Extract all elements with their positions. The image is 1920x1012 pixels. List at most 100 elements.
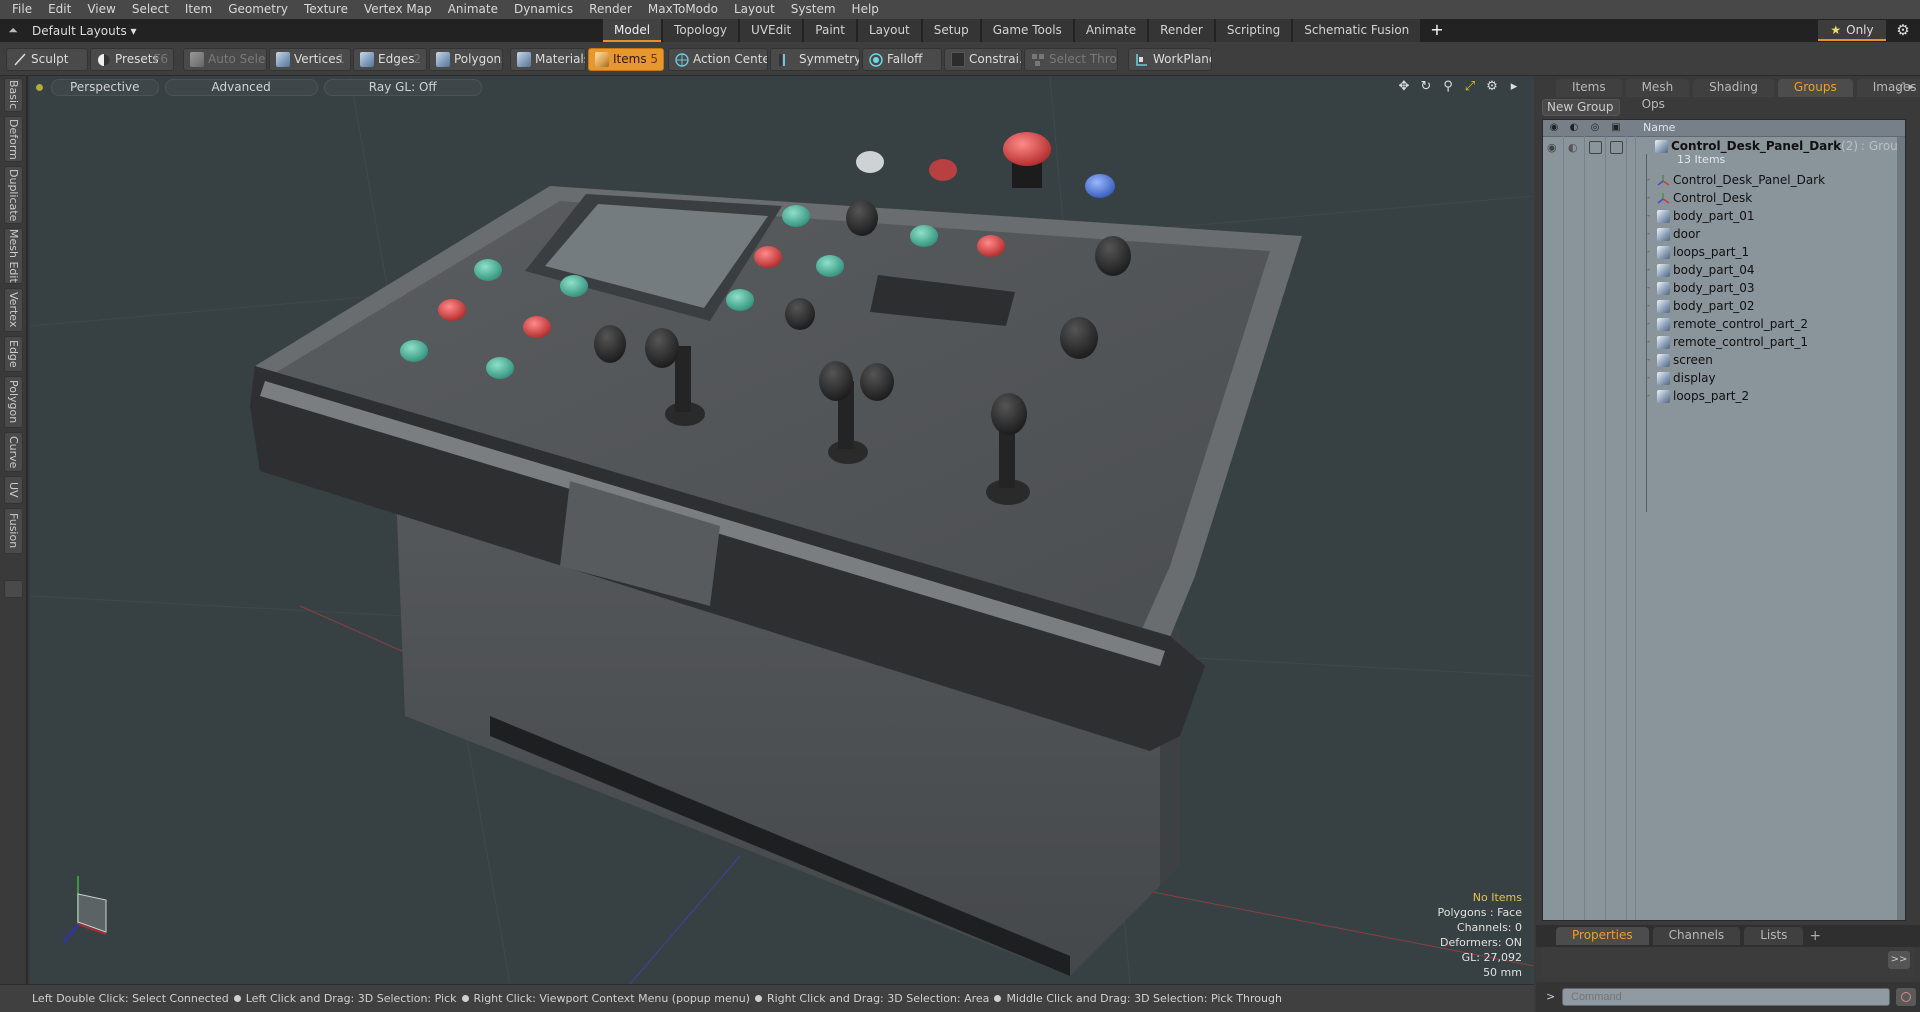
vtab-extra[interactable] [4, 580, 23, 598]
menu-select[interactable]: Select [126, 0, 179, 19]
raygl-toggle[interactable]: Ray GL: Off [323, 78, 482, 96]
view-mode-select[interactable]: Perspective [51, 78, 159, 96]
name-column-header[interactable]: Name [1643, 121, 1675, 134]
zoom-icon[interactable]: ⚲ [1440, 79, 1456, 95]
edges-button[interactable]: Edges 2 [353, 48, 427, 71]
falloff-button[interactable]: Falloff [862, 48, 942, 71]
rotate-icon[interactable]: ↻ [1418, 79, 1434, 95]
tree-item-row[interactable]: - remote_control_part_1 [1543, 334, 1905, 352]
tab-channels[interactable]: Channels [1652, 927, 1741, 945]
tab-setup[interactable]: Setup [922, 19, 980, 42]
shading-mode-select[interactable]: Advanced [164, 78, 318, 96]
vtab-polygon[interactable]: Polygon [4, 376, 23, 428]
visibility-column-icon[interactable]: ◉ [1547, 122, 1561, 135]
menu-item[interactable]: Item [179, 0, 222, 19]
tab-scripting[interactable]: Scripting [1215, 19, 1292, 42]
tree-scrollbar[interactable] [1897, 137, 1905, 920]
pan-icon[interactable]: ✥ [1396, 79, 1412, 95]
menu-geometry[interactable]: Geometry [222, 0, 298, 19]
tree-item-row[interactable]: - body_part_04 [1543, 262, 1905, 280]
presets-button[interactable]: Presets F6 [90, 48, 174, 71]
tree-item-row[interactable]: - Control_Desk_Panel_Dark [1543, 172, 1905, 190]
gear-icon[interactable]: ⚙ [1893, 20, 1913, 41]
menu-file[interactable]: File [6, 0, 42, 19]
tab-paint[interactable]: Paint [804, 19, 856, 42]
tab-render[interactable]: Render [1149, 19, 1214, 42]
vtab-duplicate[interactable]: Duplicate [4, 166, 23, 224]
sculpt-button[interactable]: Sculpt [6, 48, 88, 71]
viewport-status-dot[interactable] [36, 83, 43, 91]
tree-item-row[interactable]: - loops_part_2 [1543, 388, 1905, 406]
menu-help[interactable]: Help [846, 0, 889, 19]
vtab-deform[interactable]: Deform [4, 116, 23, 162]
symmetry-button[interactable]: Symmetry [770, 48, 860, 71]
tab-uvedit[interactable]: UVEdit [740, 19, 803, 42]
menu-render[interactable]: Render [583, 0, 642, 19]
menu-maxtomodo[interactable]: MaxToModo [642, 0, 728, 19]
tab-properties[interactable]: Properties [1556, 927, 1649, 945]
menu-vertex-map[interactable]: Vertex Map [358, 0, 442, 19]
render-column-icon[interactable]: ◐ [1567, 122, 1581, 135]
only-button[interactable]: ★ Only [1818, 20, 1886, 41]
layout-toggle-icon[interactable]: ⏶ [0, 23, 26, 38]
tab-model[interactable]: Model [603, 19, 662, 42]
tab-topology[interactable]: Topology [663, 19, 739, 42]
menu-animate[interactable]: Animate [442, 0, 508, 19]
tree-item-row[interactable]: - display [1543, 370, 1905, 388]
panel-maximize-icon[interactable]: ⤢ ▸ [1896, 80, 1914, 94]
menu-system[interactable]: System [785, 0, 846, 19]
vertices-button[interactable]: Vertices 1 [269, 48, 351, 71]
menu-texture[interactable]: Texture [298, 0, 358, 19]
tab-shading[interactable]: Shading [1693, 79, 1774, 97]
tab-layout[interactable]: Layout [857, 19, 921, 42]
select-column-icon[interactable]: ▣ [1609, 122, 1623, 135]
polygons-button[interactable]: Polygons [429, 48, 503, 71]
add-properties-tab-icon[interactable]: + [1809, 928, 1821, 944]
viewport-settings-icon[interactable]: ⚙ [1484, 79, 1500, 95]
tree-item-row[interactable]: - remote_control_part_2 [1543, 316, 1905, 334]
select-through-button[interactable]: Select Through [1024, 48, 1118, 71]
menu-edit[interactable]: Edit [42, 0, 81, 19]
fit-icon[interactable]: ⤢ [1462, 79, 1478, 95]
materials-button[interactable]: Materials [510, 48, 586, 71]
layout-select[interactable]: Default Layouts ▾ [32, 24, 137, 38]
tab-lists[interactable]: Lists [1744, 927, 1804, 945]
new-group-button[interactable]: New Group [1542, 99, 1620, 116]
items-button[interactable]: Items 5 [588, 48, 664, 71]
z-axis-line [629, 855, 741, 984]
vtab-basic[interactable]: Basic [4, 78, 23, 112]
auto-select-button[interactable]: Auto Select [183, 48, 267, 71]
tab-schematic-fusion[interactable]: Schematic Fusion [1293, 19, 1421, 42]
command-input[interactable] [1562, 988, 1890, 1006]
vtab-uv[interactable]: UV [4, 476, 23, 504]
vtab-mesh-edit[interactable]: Mesh Edit [4, 228, 23, 284]
expand-button[interactable]: >> [1888, 951, 1910, 969]
menu-dynamics[interactable]: Dynamics [508, 0, 583, 19]
vtab-fusion[interactable]: Fusion [4, 508, 23, 554]
lock-column-icon[interactable]: ◎ [1588, 122, 1602, 135]
tab-mesh-ops[interactable]: Mesh Ops [1625, 79, 1690, 111]
viewport-menu-arrow-icon[interactable]: ▸ [1506, 79, 1522, 95]
add-tab-button[interactable]: + [1422, 19, 1451, 42]
vtab-curve[interactable]: Curve [4, 432, 23, 472]
tree-item-row[interactable]: - body_part_02 [1543, 298, 1905, 316]
menu-view[interactable]: View [81, 0, 125, 19]
tab-groups[interactable]: Groups [1777, 79, 1853, 97]
tree-item-row[interactable]: - loops_part_1 [1543, 244, 1905, 262]
vtab-edge[interactable]: Edge [4, 336, 23, 372]
menu-layout[interactable]: Layout [728, 0, 785, 19]
record-macro-button[interactable] [1896, 988, 1916, 1006]
tree-item-row[interactable]: - body_part_03 [1543, 280, 1905, 298]
constraints-button[interactable]: Constrai... [944, 48, 1022, 71]
action-center-button[interactable]: Action Center [668, 48, 768, 71]
3d-viewport[interactable]: Perspective Advanced Ray GL: Off ✥ ↻ ⚲ ⤢… [30, 76, 1534, 984]
tree-item-row[interactable]: - body_part_01 [1543, 208, 1905, 226]
tree-item-row[interactable]: - screen [1543, 352, 1905, 370]
vtab-vertex[interactable]: Vertex [4, 288, 23, 332]
tree-item-row[interactable]: - door [1543, 226, 1905, 244]
tab-animate[interactable]: Animate [1074, 19, 1148, 42]
workplane-button[interactable]: WorkPlane [1128, 48, 1212, 71]
tree-item-row[interactable]: - Control_Desk [1543, 190, 1905, 208]
tab-items[interactable]: Items [1556, 79, 1622, 97]
tab-game-tools[interactable]: Game Tools [981, 19, 1073, 42]
